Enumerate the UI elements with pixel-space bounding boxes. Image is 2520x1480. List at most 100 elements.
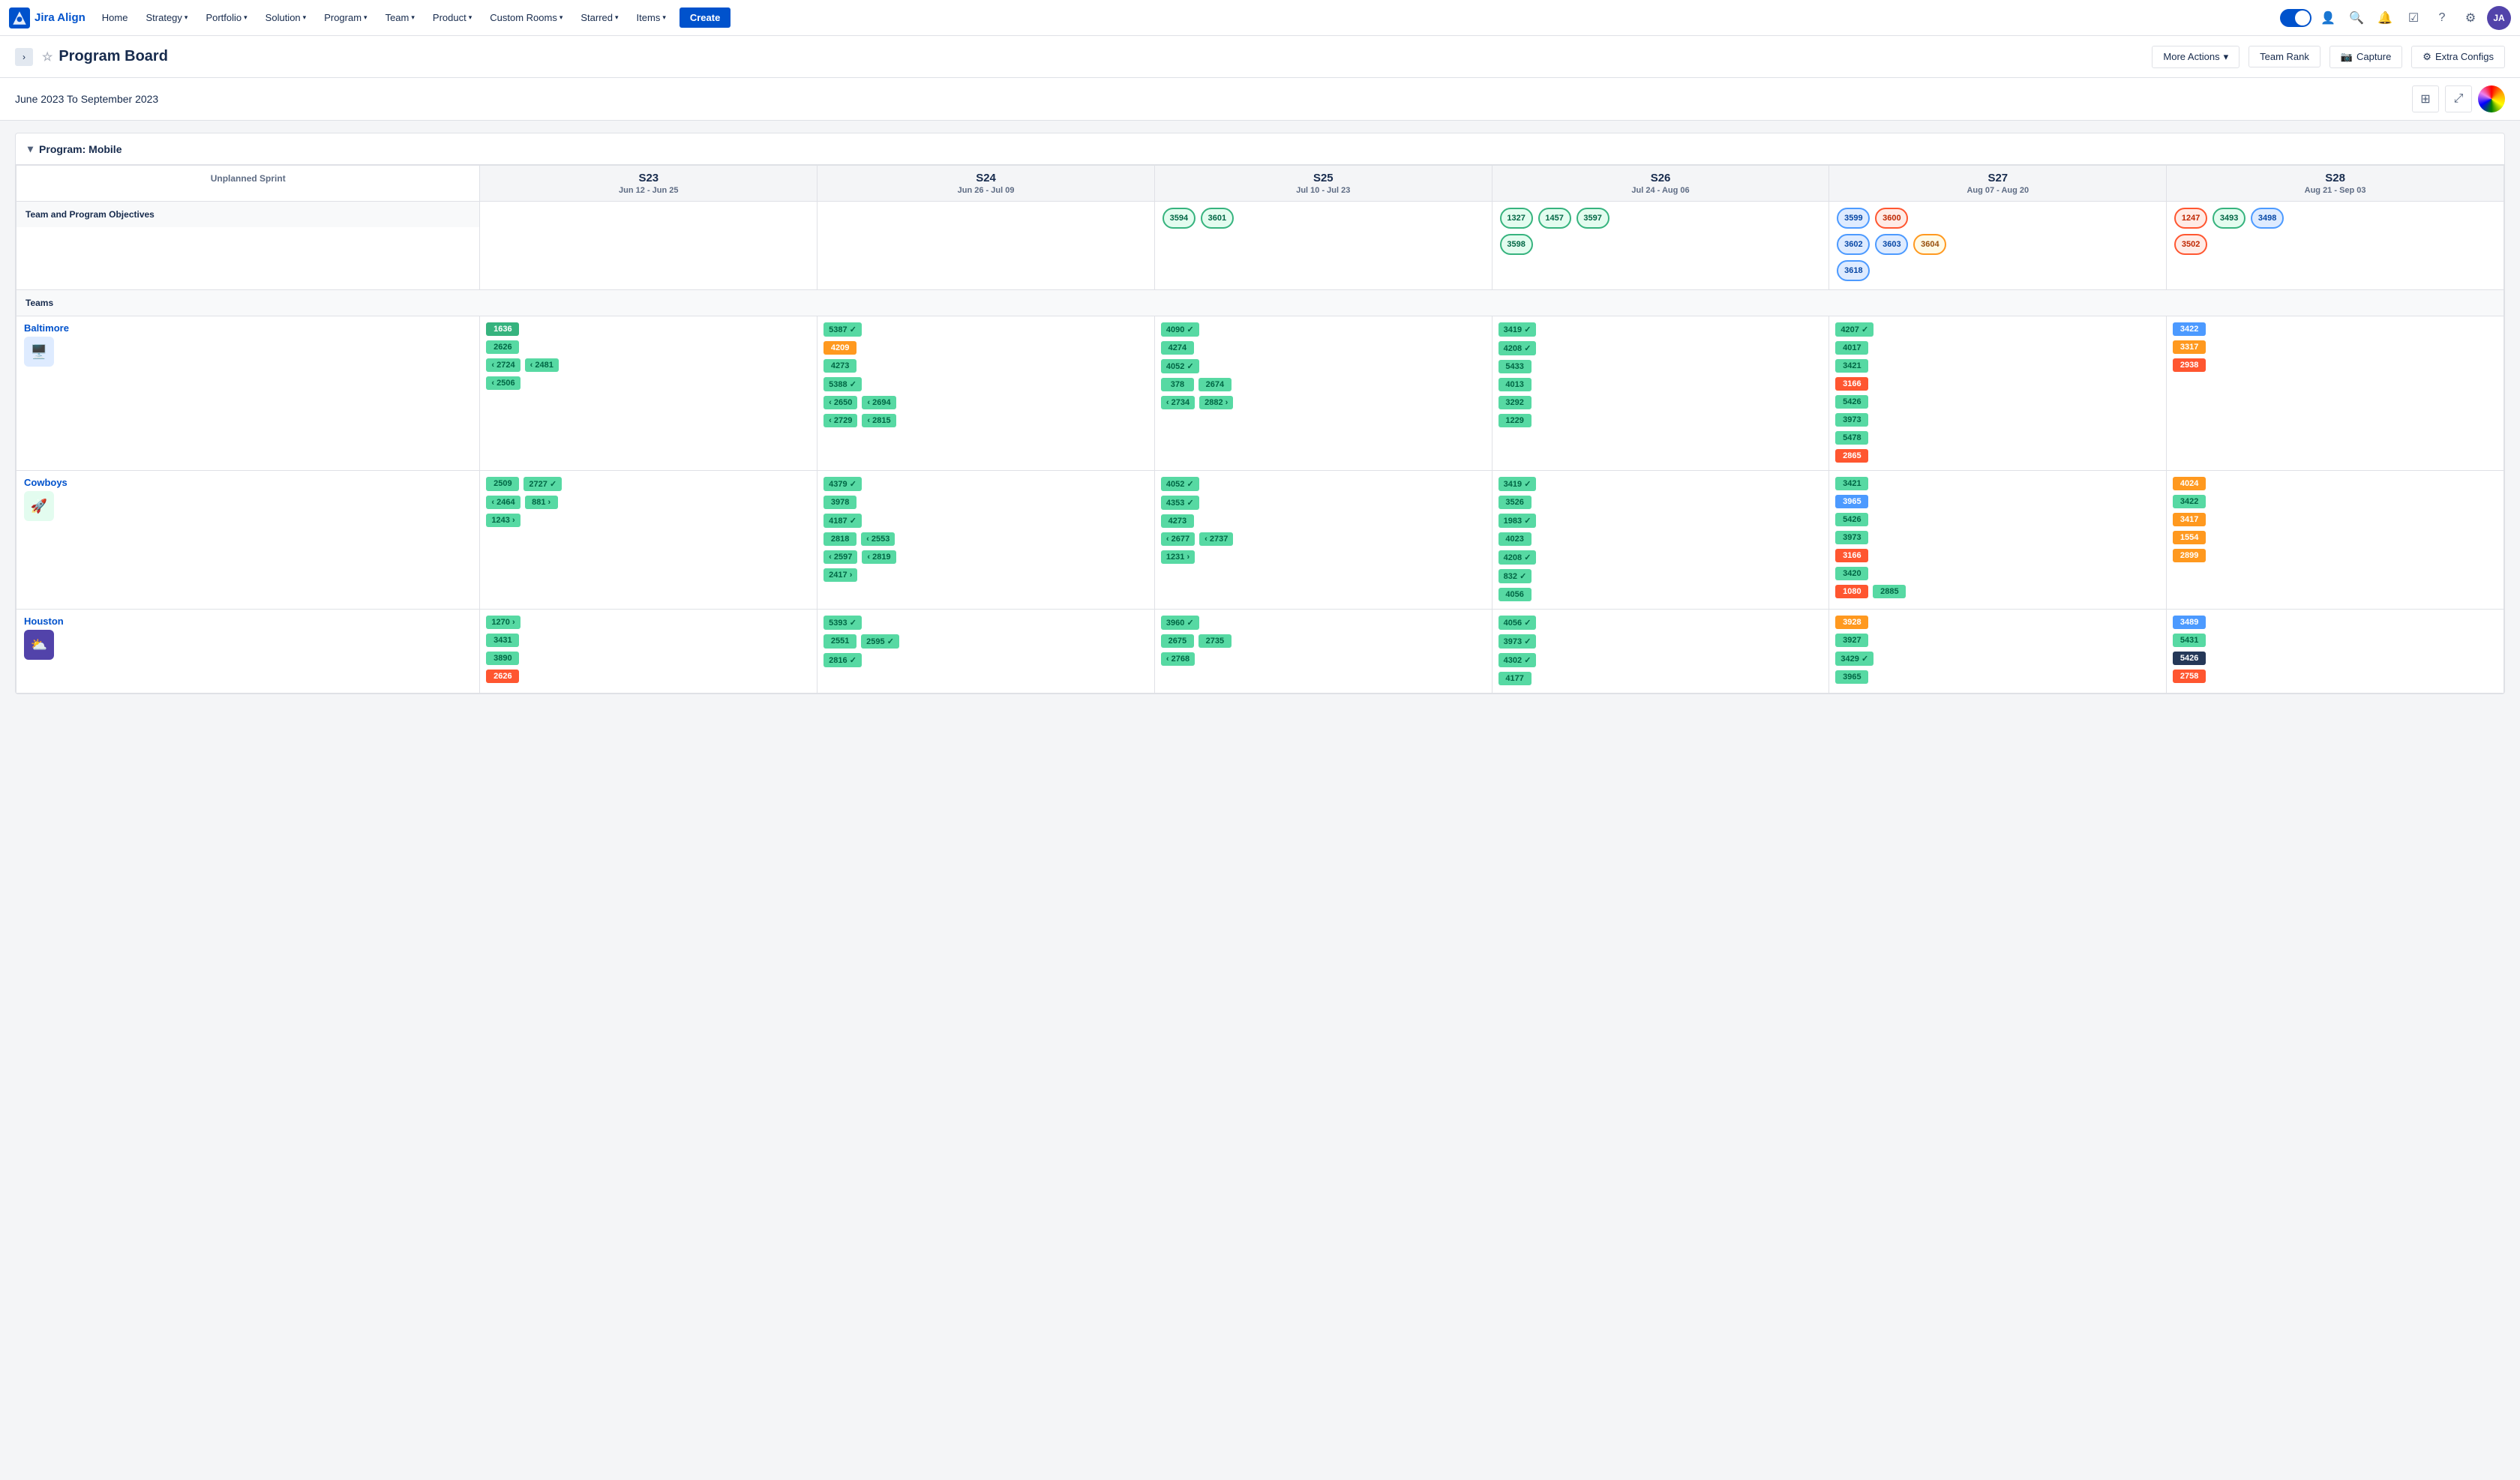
obj-badge[interactable]: 3597 [1576, 208, 1610, 229]
card[interactable]: ‹ 2724 [486, 358, 520, 372]
color-wheel-icon[interactable] [2478, 85, 2505, 112]
card[interactable]: 1983 ✓ [1498, 514, 1537, 528]
card[interactable]: ‹ 2815 [862, 414, 896, 427]
card[interactable]: 4353 ✓ [1161, 496, 1199, 510]
card[interactable]: 3526 [1498, 496, 1532, 509]
obj-badge[interactable]: 1327 [1500, 208, 1533, 229]
card[interactable]: 4090 ✓ [1161, 322, 1199, 337]
card[interactable]: 1229 [1498, 414, 1532, 427]
theme-toggle[interactable] [2280, 9, 2312, 27]
card[interactable]: 4208 ✓ [1498, 341, 1537, 355]
obj-badge[interactable]: 3601 [1201, 208, 1234, 229]
card[interactable]: 4023 [1498, 532, 1532, 546]
card[interactable]: 3292 [1498, 396, 1532, 409]
obj-badge[interactable]: 3604 [1913, 234, 1946, 255]
card[interactable]: 5426 [1835, 513, 1868, 526]
card[interactable]: 4208 ✓ [1498, 550, 1537, 565]
grid-view-icon[interactable]: ⊞ [2412, 85, 2439, 112]
card[interactable]: 4379 ✓ [824, 477, 862, 491]
obj-badge[interactable]: 1457 [1538, 208, 1571, 229]
card[interactable]: ‹ 2481 [525, 358, 559, 372]
card[interactable]: 1080 [1835, 585, 1868, 598]
card[interactable]: 3421 [1835, 477, 1868, 490]
card[interactable]: 3927 [1835, 634, 1868, 647]
more-actions-button[interactable]: More Actions ▾ [2152, 46, 2240, 68]
card[interactable]: 3419 ✓ [1498, 477, 1537, 491]
card[interactable]: ‹ 2734 [1161, 396, 1195, 409]
card[interactable]: 4017 [1835, 341, 1868, 355]
card[interactable]: 3166 [1835, 549, 1868, 562]
card[interactable]: 4013 [1498, 378, 1532, 391]
card[interactable]: 4052 ✓ [1161, 477, 1199, 491]
card[interactable]: 3431 [486, 634, 519, 647]
card[interactable]: 4052 ✓ [1161, 359, 1199, 373]
card[interactable]: 2626 [486, 670, 519, 683]
card[interactable]: 2758 [2173, 670, 2206, 683]
nav-portfolio[interactable]: Portfolio ▾ [198, 7, 254, 28]
obj-badge[interactable]: 3493 [2212, 208, 2246, 229]
card[interactable]: 378 [1161, 378, 1194, 391]
obj-badge[interactable]: 3498 [2251, 208, 2284, 229]
card[interactable]: 2865 [1835, 449, 1868, 463]
card[interactable]: 4024 [2173, 477, 2206, 490]
team-baltimore-name[interactable]: Baltimore [24, 322, 472, 334]
card[interactable]: 2938 [2173, 358, 2206, 372]
obj-badge[interactable]: 3602 [1837, 234, 1870, 255]
card[interactable]: 2816 ✓ [824, 653, 862, 667]
card[interactable]: 3422 [2173, 322, 2206, 336]
card[interactable]: 3420 [1835, 567, 1868, 580]
card[interactable]: ‹ 2650 [824, 396, 857, 409]
card[interactable]: 2626 [486, 340, 519, 354]
extra-configs-button[interactable]: ⚙ Extra Configs [2411, 46, 2505, 68]
card[interactable]: 3965 [1835, 670, 1868, 684]
collapse-icon[interactable]: ▾ [28, 142, 33, 155]
card[interactable]: 3166 [1835, 377, 1868, 391]
card[interactable]: 832 ✓ [1498, 569, 1532, 583]
card[interactable]: 3965 [1835, 495, 1868, 508]
card[interactable]: 5393 ✓ [824, 616, 862, 630]
search-icon[interactable]: 🔍 [2344, 6, 2368, 30]
nav-strategy[interactable]: Strategy ▾ [138, 7, 195, 28]
nav-program[interactable]: Program ▾ [316, 7, 374, 28]
card[interactable]: 5433 [1498, 360, 1532, 373]
card[interactable]: 3973 [1835, 413, 1868, 427]
card[interactable]: 4177 [1498, 672, 1532, 685]
obj-badge[interactable]: 1247 [2174, 208, 2207, 229]
card[interactable]: 2675 [1161, 634, 1194, 648]
card[interactable]: 2735 [1198, 634, 1232, 648]
card[interactable]: 2509 [486, 477, 519, 491]
obj-badge[interactable]: 3600 [1875, 208, 1908, 229]
card[interactable]: 881 › [525, 496, 558, 509]
card[interactable]: 4056 ✓ [1498, 616, 1537, 630]
card[interactable]: 2899 [2173, 549, 2206, 562]
card[interactable]: 2551 [824, 634, 856, 649]
card[interactable]: 3421 [1835, 359, 1868, 373]
card[interactable]: 4207 ✓ [1835, 322, 1874, 337]
nav-solution[interactable]: Solution ▾ [258, 7, 314, 28]
card[interactable]: 2882 › [1199, 396, 1233, 409]
card[interactable]: 4273 [1161, 514, 1194, 528]
card[interactable]: 5431 [2173, 634, 2206, 647]
card[interactable]: 1270 › [486, 616, 520, 629]
capture-button[interactable]: 📷 Capture [2330, 46, 2402, 68]
card[interactable]: 3489 [2173, 616, 2206, 629]
card[interactable]: 4302 ✓ [1498, 653, 1537, 667]
card[interactable]: 3890 [486, 652, 519, 665]
card[interactable]: ‹ 2737 [1199, 532, 1233, 546]
nav-team[interactable]: Team ▾ [378, 7, 422, 28]
logo[interactable]: Jira Align [9, 7, 86, 28]
card[interactable]: 2417 › [824, 568, 857, 582]
card[interactable]: 2727 ✓ [524, 477, 562, 491]
profile-icon[interactable]: 👤 [2316, 6, 2340, 30]
card[interactable]: 5388 ✓ [824, 377, 862, 391]
card[interactable]: ‹ 2597 [824, 550, 857, 564]
card[interactable]: 2674 [1198, 378, 1232, 391]
expand-icon[interactable]: ⤢ [2445, 85, 2472, 112]
settings-icon[interactable]: ⚙ [2458, 6, 2482, 30]
star-icon[interactable]: ☆ [42, 49, 52, 64]
nav-starred[interactable]: Starred ▾ [573, 7, 626, 28]
create-button[interactable]: Create [680, 7, 730, 28]
card[interactable]: 3973 [1835, 531, 1868, 544]
card[interactable]: 1636 [486, 322, 519, 336]
nav-home[interactable]: Home [94, 7, 136, 28]
